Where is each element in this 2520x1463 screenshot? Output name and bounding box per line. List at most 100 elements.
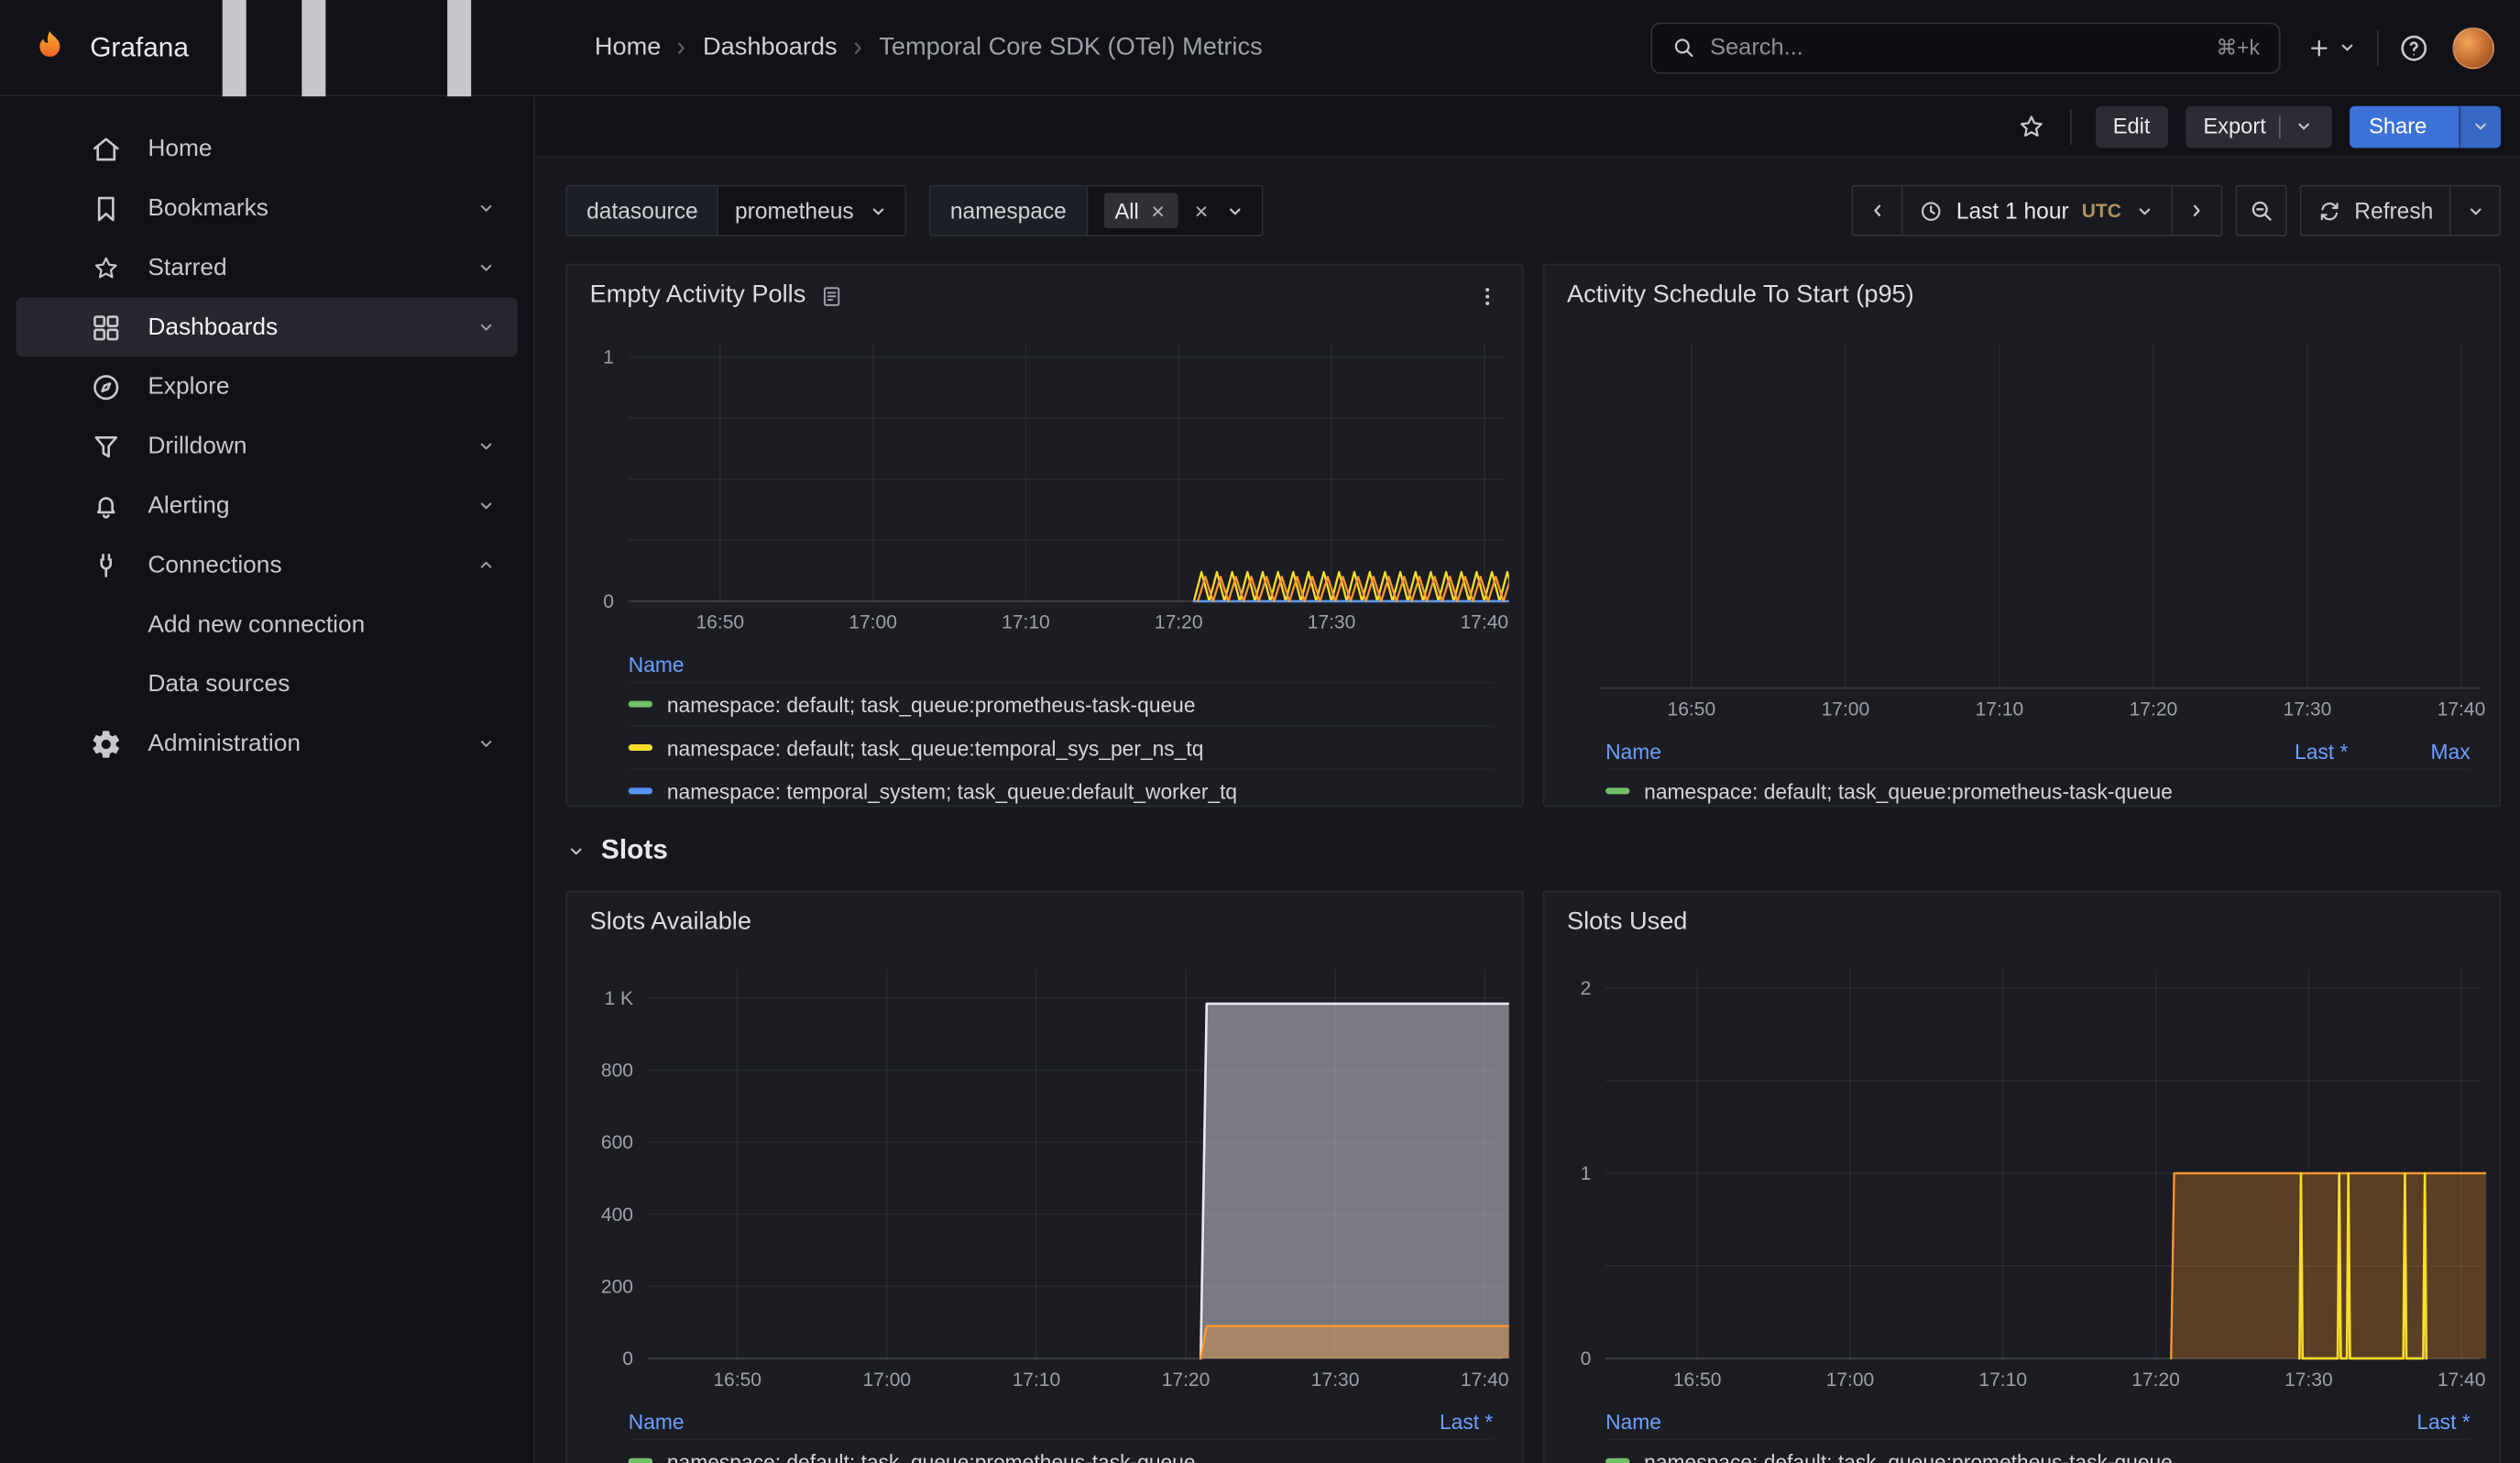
brand[interactable]: Grafana (29, 27, 189, 69)
star-icon (90, 251, 122, 283)
svg-text:0: 0 (1581, 1348, 1592, 1370)
time-shift-back-button[interactable] (1852, 185, 1903, 236)
sidebar-item-administration[interactable]: Administration (16, 714, 518, 774)
legend-item[interactable]: namespace: default; task_queue:prometheu… (629, 682, 1494, 725)
star-dashboard-icon[interactable] (2016, 112, 2045, 141)
legend-item[interactable]: namespace: default; task_queue:prometheu… (1605, 768, 2471, 807)
legend-value-column-header[interactable]: Last * (2383, 1409, 2471, 1433)
time-range-picker-button[interactable]: Last 1 hour UTC (1901, 185, 2173, 236)
timeseries-chart[interactable]: 16:5017:0017:1017:2017:3017:40 (1557, 326, 2486, 727)
sidebar-item-dashboards[interactable]: Dashboards (16, 297, 518, 357)
breadcrumb-separator-icon (847, 36, 870, 59)
legend-name-column-header[interactable]: Name (629, 1409, 685, 1433)
svg-text:17:10: 17:10 (1976, 698, 2024, 720)
apps-icon (90, 311, 122, 343)
edit-button[interactable]: Edit (2095, 105, 2167, 148)
svg-text:17:10: 17:10 (1978, 1370, 2027, 1391)
time-shift-forward-button[interactable] (2171, 185, 2222, 236)
legend-value-column-header[interactable]: Max (2383, 739, 2471, 763)
breadcrumb-item[interactable]: Dashboards (703, 33, 838, 62)
svg-text:17:00: 17:00 (862, 1370, 911, 1391)
plus-icon (2306, 35, 2332, 60)
svg-text:16:50: 16:50 (713, 1370, 761, 1391)
legend-item-label: namespace: default; task_queue:prometheu… (1644, 779, 2173, 803)
panel-menu-icon[interactable] (1475, 284, 1499, 308)
legend-item[interactable]: namespace: temporal_system; task_queue:d… (629, 768, 1494, 807)
sidebar-item-label: Alerting (148, 492, 472, 520)
clear-selection-icon[interactable] (1192, 202, 1210, 219)
panel-legend: Name Last * namespace: default; task_queue… (1544, 1397, 2499, 1463)
share-dropdown-button[interactable] (2459, 105, 2501, 148)
variables-and-time-row: datasource prometheus namespace All (565, 183, 2501, 238)
svg-text:17:30: 17:30 (2284, 1370, 2333, 1391)
zoom-out-time-button[interactable] (2236, 185, 2287, 236)
legend-name-column-header[interactable]: Name (629, 652, 685, 676)
timeseries-chart[interactable]: 16:5017:0017:1017:2017:3017:40012 (1557, 953, 2486, 1397)
panel-title[interactable]: Slots Available (590, 908, 751, 938)
breadcrumb-item[interactable]: Home (595, 33, 662, 62)
svg-text:17:20: 17:20 (2130, 698, 2178, 720)
refresh-interval-dropdown[interactable] (2449, 185, 2501, 236)
sidebar-item-label: Administration (148, 730, 472, 757)
chevron-down-icon (1224, 200, 1245, 221)
sidebar-item-bookmarks[interactable]: Bookmarks (16, 179, 518, 238)
sidebar-item-connections[interactable]: Connections (16, 535, 518, 595)
chevron-down-icon (473, 731, 499, 756)
svg-text:17:20: 17:20 (2131, 1370, 2180, 1391)
sidebar-item-starred[interactable]: Starred (16, 238, 518, 298)
share-button[interactable]: Share (2350, 105, 2501, 148)
legend-name-column-header[interactable]: Name (1605, 739, 1661, 763)
panel-title[interactable]: Empty Activity Polls (590, 281, 806, 311)
panel-header[interactable]: Slots Available (567, 892, 1522, 953)
search-shortcut: ⌘+k (2216, 35, 2260, 60)
timeseries-chart[interactable]: 16:5017:0017:1017:2017:3017:4001 (580, 326, 1509, 640)
series-color-swatch (629, 744, 652, 751)
timeseries-chart[interactable]: 16:5017:0017:1017:2017:3017:400200400600… (580, 953, 1509, 1397)
svg-text:2: 2 (1581, 978, 1592, 999)
legend-header: Name Last * Max (1605, 733, 2471, 769)
divider (2377, 29, 2379, 65)
bookmark-icon (90, 192, 122, 225)
avatar[interactable] (2452, 27, 2494, 69)
search-input[interactable]: Search... ⌘+k (1650, 22, 2281, 73)
legend-name-column-header[interactable]: Name (1605, 1409, 1661, 1433)
new-button[interactable] (2306, 35, 2358, 60)
legend-item[interactable]: namespace: default; task_queue:prometheu… (1605, 1439, 2471, 1463)
chevron-down-icon (868, 200, 889, 221)
topnav-brand-section: Grafana (0, 0, 535, 94)
help-icon[interactable] (2398, 31, 2430, 63)
sidebar-item-home[interactable]: Home (16, 119, 518, 179)
panel-legend: Name namespace: default; task_queue:prome… (567, 640, 1522, 807)
sidebar-item-label: Data sources (148, 670, 498, 698)
sidebar-item-label: Dashboards (148, 314, 472, 341)
export-button[interactable]: Export (2186, 105, 2332, 148)
refresh-icon (2317, 199, 2341, 223)
panel-header[interactable]: Empty Activity Polls (567, 265, 1522, 326)
svg-text:400: 400 (601, 1204, 633, 1226)
legend-item-label: namespace: default; task_queue:prometheu… (1644, 1449, 2173, 1463)
series-color-swatch (629, 701, 652, 708)
refresh-button[interactable]: Refresh (2300, 185, 2451, 236)
panel-description-icon[interactable] (820, 284, 844, 308)
sidebar-item-data-sources[interactable]: Data sources (16, 654, 518, 714)
namespace-variable-select[interactable]: All (1086, 185, 1263, 236)
panel-title[interactable]: Slots Used (1567, 908, 1687, 938)
sidebar-item-add-new-connection[interactable]: Add new connection (16, 595, 518, 654)
row-slots-toggle[interactable]: Slots (565, 830, 2501, 872)
panel-header[interactable]: Activity Schedule To Start (p95) (1544, 265, 2499, 326)
sidebar-item-explore[interactable]: Explore (16, 357, 518, 416)
namespace-chip[interactable]: All (1103, 192, 1178, 228)
legend-value-column-header[interactable]: Last * (1407, 1409, 1494, 1433)
sidebar-item-label: Starred (148, 254, 472, 281)
sidebar-item-drilldown[interactable]: Drilldown (16, 416, 518, 476)
panel-title[interactable]: Activity Schedule To Start (p95) (1567, 281, 1914, 311)
legend-item[interactable]: namespace: default; task_queue:temporal_… (629, 725, 1494, 768)
chevron-down-icon (2337, 37, 2358, 58)
legend-item[interactable]: namespace: default; task_queue:prometheu… (629, 1439, 1494, 1463)
legend-value-column-header[interactable]: Last * (2262, 739, 2349, 763)
panel-header[interactable]: Slots Used (1544, 892, 2499, 953)
datasource-variable-select[interactable]: prometheus (718, 185, 907, 236)
svg-text:0: 0 (603, 591, 614, 612)
remove-chip-icon[interactable] (1148, 202, 1166, 219)
sidebar-item-alerting[interactable]: Alerting (16, 476, 518, 535)
